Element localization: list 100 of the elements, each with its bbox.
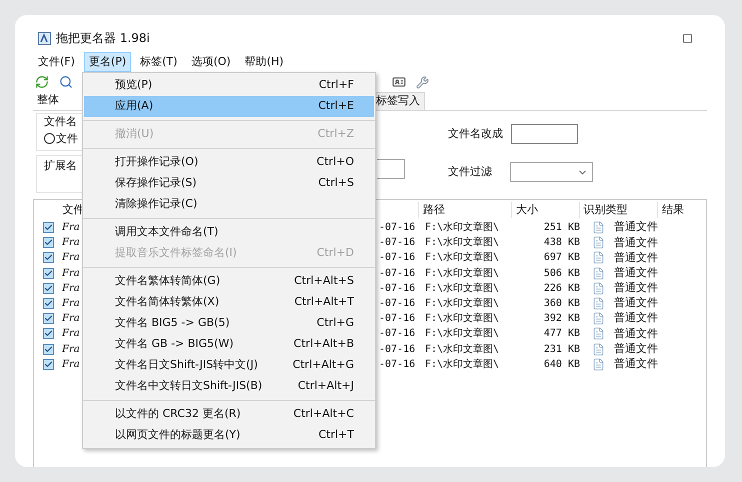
menu-item[interactable]: 文件名中文转日文Shift-JIS(B) Ctrl+Alt+J <box>84 376 374 397</box>
table-cell-text: F:\水印文章图\ <box>425 266 500 281</box>
table-cell-text: 普通文件 <box>614 250 658 266</box>
table-cell-text: Fra <box>62 312 81 326</box>
row-checkbox[interactable] <box>43 344 54 355</box>
menu-item[interactable]: 以文件的 CRC32 更名(R) Ctrl+Alt+C <box>84 404 374 425</box>
table-cell-text: 普通文件 <box>614 295 658 312</box>
menu-bar-item[interactable]: 帮助(H) <box>240 52 289 72</box>
menu-item[interactable]: 预览(P) Ctrl+F <box>84 75 374 96</box>
table-cell-text: F:\水印文章图\ <box>425 326 500 342</box>
menu-item[interactable]: 文件名 GB -> BIG5(W) Ctrl+Alt+B <box>84 334 374 355</box>
table-cell-text: -07-16 <box>379 312 416 326</box>
row-checkbox[interactable] <box>43 298 54 310</box>
column-header[interactable]: 识别类型 <box>578 202 657 218</box>
window-title: 拖把更名器 1.98i <box>56 30 150 47</box>
file-icon <box>592 312 605 326</box>
row-checkbox[interactable] <box>43 237 54 248</box>
menu-item[interactable]: 保存操作记录(S) Ctrl+S <box>84 173 374 194</box>
table-cell-text: F:\水印文章图\ <box>425 282 500 296</box>
table-cell-text: -07-16 <box>379 358 416 372</box>
table-cell-text: F:\水印文章图\ <box>425 312 500 326</box>
table-cell-text: Fra <box>62 251 81 266</box>
table-cell-text: F:\水印文章图\ <box>425 236 500 250</box>
table-cell-text: -07-16 <box>379 327 416 342</box>
table-cell-text: 普通文件 <box>614 264 658 281</box>
table-cell-text: 普通文件 <box>614 280 658 296</box>
menu-item[interactable]: 清除操作记录(C) <box>84 194 374 215</box>
radio-label: 文件 <box>56 130 78 146</box>
table-cell-text: 普通文件 <box>614 219 658 236</box>
table-cell-text: -07-16 <box>379 342 416 357</box>
table-cell-text: 231 KB <box>542 342 581 357</box>
id-card-icon[interactable] <box>392 75 406 89</box>
table-cell-text: F:\水印文章图\ <box>425 342 500 357</box>
file-icon <box>592 266 605 280</box>
row-checkbox[interactable] <box>43 268 54 279</box>
table-cell-text: 普通文件 <box>614 356 658 372</box>
table-cell-text: 360 KB <box>542 297 581 312</box>
table-cell-text: 251 KB <box>542 221 581 236</box>
group-label: 扩展名 <box>44 159 77 172</box>
menu-item[interactable]: 文件名简体转繁体(X) Ctrl+Alt+T <box>84 292 374 313</box>
row-checkbox[interactable] <box>43 252 54 264</box>
table-cell-text: Fra <box>62 358 81 372</box>
row-checkbox[interactable] <box>43 358 54 370</box>
table-cell-text: 226 KB <box>542 282 581 296</box>
menu-bar-item[interactable]: 文件(F) <box>33 52 80 72</box>
table-cell-text: 普通文件 <box>614 234 658 251</box>
maximize-icon <box>682 32 692 44</box>
table-cell-text: -07-16 <box>379 236 416 250</box>
column-header[interactable]: 大小 <box>510 202 579 218</box>
table-cell-text: Fra <box>62 327 81 342</box>
table-cell-text: F:\水印文章图\ <box>425 358 500 372</box>
radio-button[interactable] <box>44 133 55 144</box>
table-cell-text: -07-16 <box>379 221 416 236</box>
wrench-icon[interactable] <box>416 76 429 88</box>
menu-item[interactable]: 文件名繁体转简体(G) Ctrl+Alt+S <box>84 271 374 292</box>
file-icon <box>592 282 605 295</box>
table-cell-text: 697 KB <box>542 251 581 266</box>
refresh-icon[interactable] <box>35 75 49 89</box>
row-checkbox[interactable] <box>43 222 54 234</box>
menu-bar-item[interactable]: 标签(T) <box>135 52 182 72</box>
menu-item[interactable]: 文件名 BIG5 -> GB(5) Ctrl+G <box>84 313 374 334</box>
menu-item[interactable]: 打开操作记录(O) Ctrl+O <box>84 152 374 173</box>
table-cell-text: 477 KB <box>542 327 581 342</box>
field-label: 文件名改成 <box>448 126 504 142</box>
app-icon <box>38 32 51 44</box>
file-icon <box>592 358 605 371</box>
row-checkbox[interactable] <box>43 313 54 324</box>
search-icon[interactable] <box>59 75 73 89</box>
menu-item[interactable]: 文件名日文Shift-JIS转中文(J) Ctrl+Alt+G <box>84 355 374 376</box>
file-icon <box>592 297 605 310</box>
rename-input[interactable] <box>511 124 578 144</box>
menu-bar-item[interactable]: 更名(P) <box>84 52 132 72</box>
table-cell-text: F:\水印文章图\ <box>425 220 500 236</box>
table-cell-text: -07-16 <box>379 297 416 312</box>
table-cell-text: 普通文件 <box>614 326 658 342</box>
table-cell-text: 普通文件 <box>614 310 658 326</box>
menu-item[interactable]: 应用(A) Ctrl+E <box>84 96 374 117</box>
table-cell-text: -07-16 <box>379 266 416 281</box>
file-icon <box>592 342 605 356</box>
row-checkbox[interactable] <box>43 328 54 340</box>
column-header[interactable]: 路径 <box>418 202 511 218</box>
file-icon <box>592 221 605 234</box>
table-cell-text: -07-16 <box>379 251 416 266</box>
row-checkbox[interactable] <box>43 282 54 294</box>
file-icon <box>592 236 605 250</box>
column-header[interactable]: 结果 <box>656 202 706 218</box>
input-field[interactable] <box>377 159 405 179</box>
table-cell-text: 普通文件 <box>614 340 658 357</box>
table-cell-text: Fra <box>62 236 81 250</box>
group-label: 文件名 <box>44 114 78 130</box>
table-cell-text: Fra <box>62 342 81 357</box>
table-cell-text: Fra <box>62 282 81 296</box>
table-cell-text: F:\水印文章图\ <box>425 296 500 312</box>
menu-item[interactable]: 以网页文件的标题更名(Y) Ctrl+T <box>84 425 374 446</box>
menu-bar-item[interactable]: 选项(O) <box>186 52 236 72</box>
menu-item[interactable]: 调用文本文件命名(T) <box>84 222 374 243</box>
table-cell-text: 392 KB <box>542 312 581 326</box>
table-cell-text: F:\水印文章图\ <box>425 250 500 266</box>
table-cell-text: Fra <box>62 297 81 312</box>
table-cell-text: Fra <box>62 221 81 236</box>
